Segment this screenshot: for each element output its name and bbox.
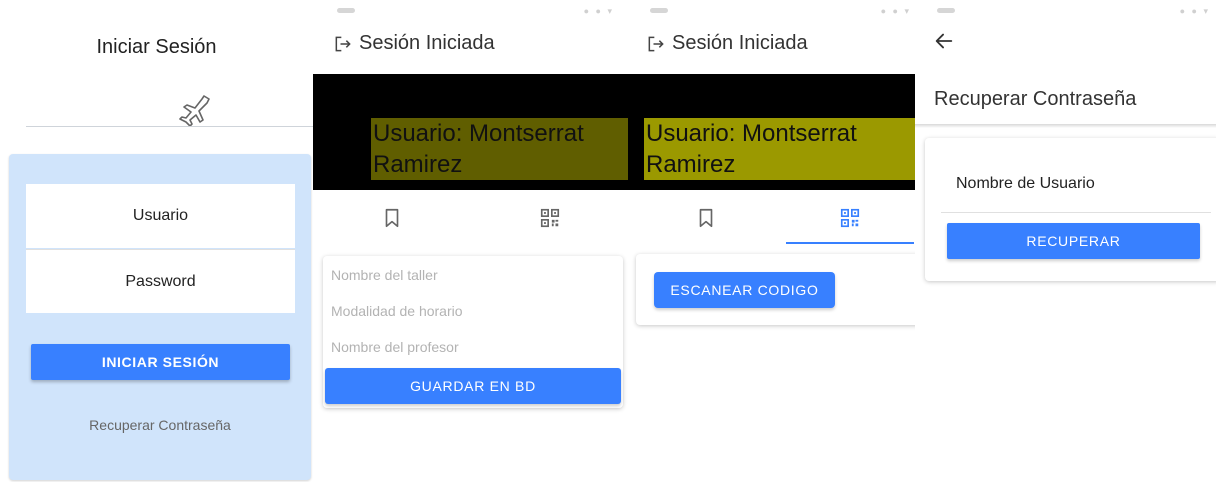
recover-card: Nombre de Usuario RECUPERAR [925,138,1216,281]
user-name-highlight: Usuario: Montserrat Ramirez [644,118,915,180]
user-name-line1: Usuario: Montserrat [646,120,857,147]
user-name-highlight: Usuario: Montserrat Ramirez [371,118,628,180]
status-icons: ● ● ▾ [583,6,614,16]
recover-button[interactable]: RECUPERAR [947,223,1200,259]
scan-card: ESCANEAR CODIGO [636,254,915,325]
toolbar: Sesión Iniciada [333,32,495,55]
toolbar-title: Sesión Iniciada [672,32,808,54]
speaker-notch [650,8,668,13]
username-field[interactable]: Nombre de Usuario [956,175,1095,193]
logout-icon[interactable] [646,34,666,54]
username-label: Usuario [132,207,189,224]
tab-bookmark[interactable] [313,190,471,246]
back-arrow-icon[interactable] [933,30,955,52]
user-name-line2: Ramirez [373,151,463,178]
status-icons: ● ● ▾ [1179,6,1210,16]
tab-bar [628,190,915,246]
page-title: Recuperar Contraseña [934,88,1137,110]
tab-qr[interactable] [784,190,915,246]
workshop-form-card: Nombre del taller Modalidad de horario N… [323,256,623,408]
schedule-mode-input[interactable]: Modalidad de horario [331,303,463,319]
logout-icon[interactable] [333,34,353,54]
field-underline [941,212,1211,213]
password-field[interactable]: Password [26,249,295,313]
header-divider [26,126,313,127]
speaker-notch [337,8,355,13]
username-field[interactable]: Usuario [26,184,295,248]
user-name-line1: Usuario: Montserrat [373,120,584,147]
login-screen: Iniciar Sesión Usuario Password INICIAR … [0,0,313,482]
password-label: Password [125,272,196,290]
login-title: Iniciar Sesión [96,36,217,58]
workshop-name-input[interactable]: Nombre del taller [331,267,438,283]
toolbar: Sesión Iniciada [646,32,808,55]
status-icons: ● ● ▾ [880,6,911,16]
qr-code-icon [540,208,559,228]
recover-password-link[interactable]: Recuperar Contraseña [9,417,311,433]
speaker-notch [937,8,955,13]
login-card: Usuario Password INICIAR SESIÓN Recupera… [9,154,311,480]
tab-qr[interactable] [471,190,628,246]
session-form-screen: ● ● ▾ Sesión Iniciada Usuario: Montserra… [313,0,628,482]
session-scan-screen: ● ● ▾ Sesión Iniciada Usuario: Montserra… [628,0,915,482]
login-button[interactable]: INICIAR SESIÓN [31,344,290,380]
save-to-db-button[interactable]: GUARDAR EN BD [325,368,621,404]
teacher-name-input[interactable]: Nombre del profesor [331,339,459,355]
qr-code-icon [840,208,859,228]
header-shadow [915,124,1216,128]
tab-bookmark[interactable] [628,190,784,246]
tab-bar [313,190,628,246]
toolbar-title: Sesión Iniciada [359,32,495,54]
airplane-icon [179,95,210,127]
bookmark-icon [385,208,399,228]
bookmark-icon [699,208,713,228]
scan-code-button[interactable]: ESCANEAR CODIGO [654,272,835,308]
user-name-line2: Ramirez [646,151,736,178]
selected-tab-indicator [786,242,914,244]
recover-password-screen: ● ● ▾ Recuperar Contraseña Nombre de Usu… [915,0,1216,482]
